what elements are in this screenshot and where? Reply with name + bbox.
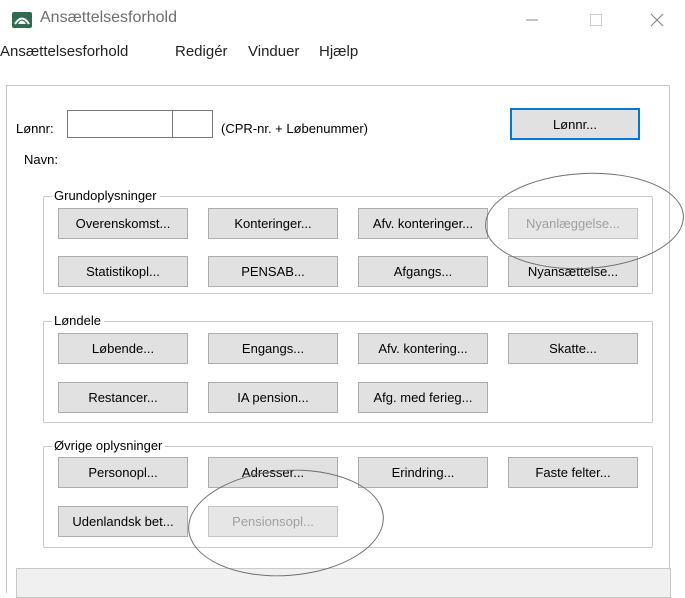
konteringer-button[interactable]: Konteringer... xyxy=(208,208,338,239)
udenlandsk-bet-button[interactable]: Udenlandsk bet... xyxy=(58,506,188,537)
restancer-button[interactable]: Restancer... xyxy=(58,382,188,413)
afv-konteringer-button[interactable]: Afv. konteringer... xyxy=(358,208,488,239)
lobende-button[interactable]: Løbende... xyxy=(58,333,188,364)
menu-rediger[interactable]: Redigér xyxy=(175,43,228,60)
maximize-icon[interactable] xyxy=(573,0,619,40)
cpr-input[interactable] xyxy=(67,110,173,138)
title-bar: Ansættelsesforhold xyxy=(0,0,685,40)
menu-hjaelp[interactable]: Hjælp xyxy=(319,43,358,60)
faste-felter-button[interactable]: Faste felter... xyxy=(508,457,638,488)
lonnr-label: Lønnr: xyxy=(16,121,54,136)
menu-bar: Ansættelsesforhold Redigér Vinduer Hjælp xyxy=(0,40,685,66)
skatte-button[interactable]: Skatte... xyxy=(508,333,638,364)
navn-label: Navn: xyxy=(24,152,58,167)
cpr-hint: (CPR-nr. + Løbenummer) xyxy=(221,121,369,136)
personopl-button[interactable]: Personopl... xyxy=(58,457,188,488)
erindring-button[interactable]: Erindring... xyxy=(358,457,488,488)
menu-ansaettelsesforhold[interactable]: Ansættelsesforhold xyxy=(0,43,128,60)
pensab-button[interactable]: PENSAB... xyxy=(208,256,338,287)
lonnr-button[interactable]: Lønnr... xyxy=(510,108,640,140)
overenskomst-button[interactable]: Overenskomst... xyxy=(58,208,188,239)
afgangs-button[interactable]: Afgangs... xyxy=(358,256,488,287)
menu-vinduer[interactable]: Vinduer xyxy=(248,43,299,60)
sequence-input[interactable] xyxy=(172,110,213,138)
ia-pension-button[interactable]: IA pension... xyxy=(208,382,338,413)
app-logo-icon xyxy=(12,10,32,30)
minimize-icon[interactable] xyxy=(509,0,555,40)
window-title: Ansættelsesforhold xyxy=(40,9,177,26)
group-title: Løndele xyxy=(52,313,104,328)
group-title: Grundoplysninger xyxy=(52,188,160,203)
engangs-button[interactable]: Engangs... xyxy=(208,333,338,364)
status-bar xyxy=(16,568,671,598)
afg-med-ferieg-button[interactable]: Afg. med ferieg... xyxy=(358,382,488,413)
close-icon[interactable] xyxy=(634,0,680,40)
statistikopl-button[interactable]: Statistikopl... xyxy=(58,256,188,287)
afv-kontering-button[interactable]: Afv. kontering... xyxy=(358,333,488,364)
group-title: Øvrige oplysninger xyxy=(52,438,166,453)
